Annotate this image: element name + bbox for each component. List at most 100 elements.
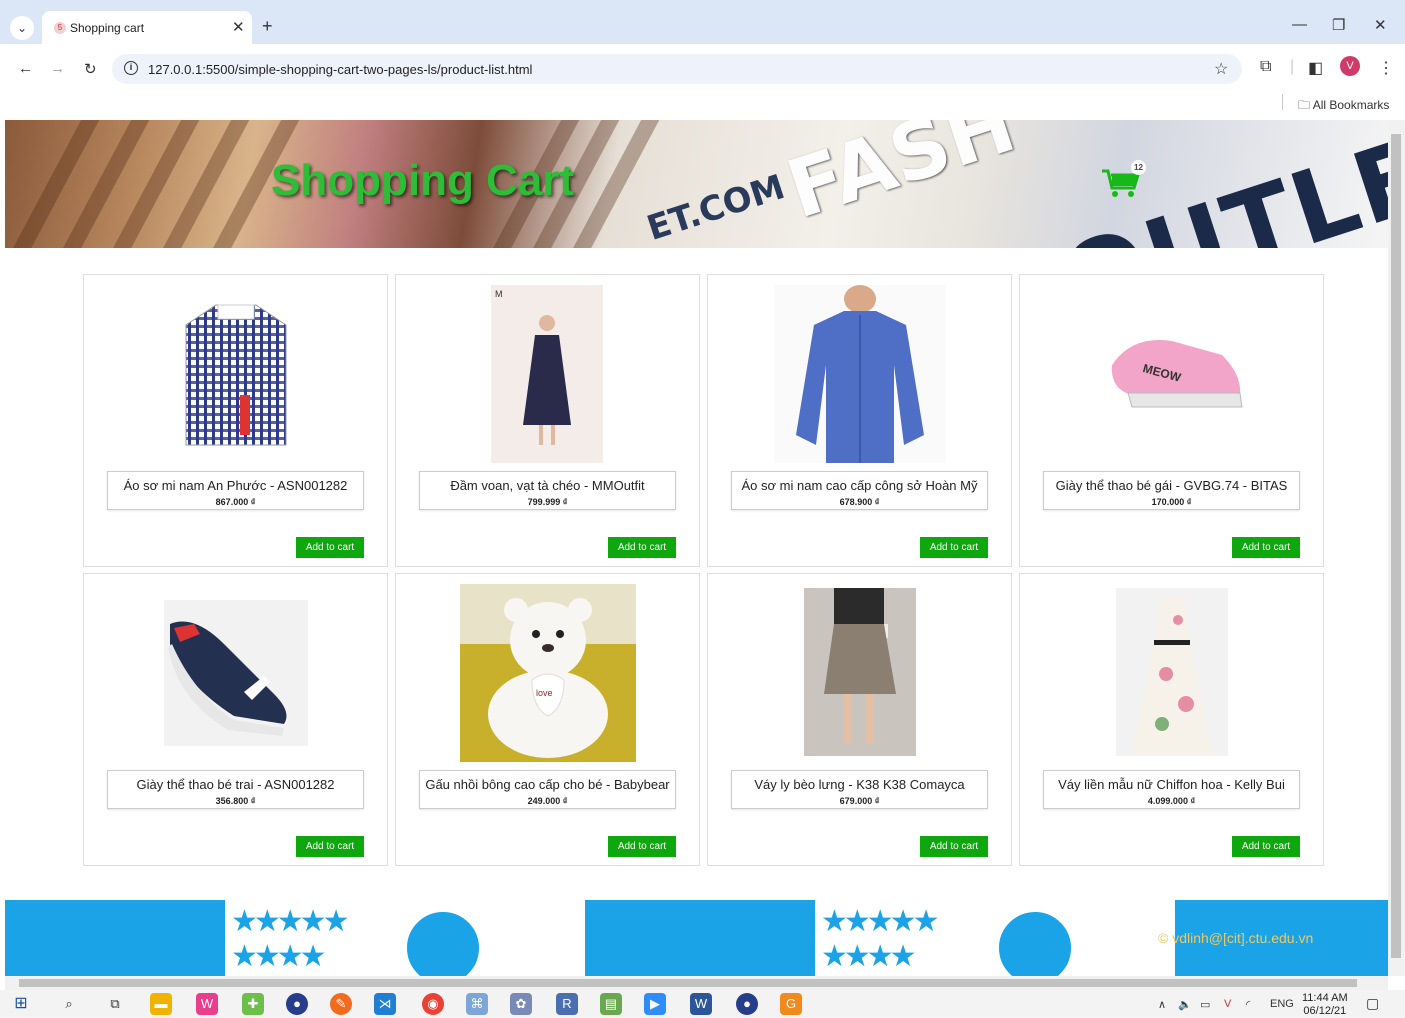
clock[interactable]: 11:44 AM 06/12/21 <box>1302 992 1348 1018</box>
product-price: 4.099.000 ₫ <box>1147 796 1196 806</box>
product-image[interactable]: love <box>459 584 636 762</box>
stars-decoration: ★★★★★ ★★★★ <box>821 905 940 973</box>
extensions-icon[interactable]: ⧉ <box>1260 58 1271 76</box>
footer-copyright: © vdlinh@[cit].ctu.edu.vn <box>1158 930 1314 946</box>
product-price: 867.000 ₫ <box>215 497 256 507</box>
product-image[interactable]: M <box>491 285 603 463</box>
search-icon[interactable]: ⌕ <box>58 993 80 1015</box>
product-card: Váy liền mẫu nữ Chiffon hoa - Kelly Bui … <box>1019 573 1324 866</box>
tab-close-icon[interactable]: ✕ <box>232 18 245 36</box>
browser-tab-bar: ⌄ 5 Shopping cart ✕ + — ❐ ✕ <box>0 0 1405 44</box>
product-info: Giày thể thao bé gái - GVBG.74 - BITAS 1… <box>1043 471 1300 510</box>
product-info: Gấu nhồi bông cao cấp cho bé - Babybear … <box>419 770 676 809</box>
browser-tab[interactable]: 5 Shopping cart ✕ <box>42 11 252 44</box>
profile-avatar[interactable]: V <box>1340 56 1360 76</box>
side-panel-icon[interactable]: ◧ <box>1308 58 1323 78</box>
back-icon[interactable]: ← <box>18 60 33 77</box>
product-price: 678.900 ₫ <box>839 497 880 507</box>
minimize-icon[interactable]: — <box>1292 16 1307 33</box>
product-card: MEOW Giày thể thao bé gái - GVBG.74 - BI… <box>1019 274 1324 567</box>
product-image[interactable] <box>163 584 308 762</box>
vertical-scrollbar[interactable] <box>1388 120 1405 976</box>
horizontal-scrollbar[interactable] <box>5 976 1388 990</box>
product-info: Giày thể thao bé trai - ASN001282 356.80… <box>107 770 364 809</box>
add-to-cart-button[interactable]: Add to cart <box>608 537 676 558</box>
language-indicator[interactable]: ENG <box>1270 998 1294 1010</box>
add-to-cart-button[interactable]: Add to cart <box>1232 537 1300 558</box>
product-image[interactable]: MEOW <box>1092 285 1252 463</box>
app-icon[interactable]: ▤ <box>600 993 622 1015</box>
favicon-icon: 5 <box>54 22 66 34</box>
tab-search-icon[interactable]: ⌄ <box>10 16 34 40</box>
url-input[interactable]: i 127.0.0.1:5500/simple-shopping-cart-tw… <box>112 54 1242 84</box>
all-bookmarks-button[interactable]: 🗀 All Bookmarks <box>1298 96 1389 117</box>
network-icon[interactable]: ▭ <box>1200 998 1210 1011</box>
product-name[interactable]: Đầm voan, vạt tà chéo - MMOutfit <box>420 478 675 493</box>
product-name[interactable]: Váy ly bèo lưng - K38 K38 Comayca <box>732 777 987 792</box>
app-icon[interactable]: W <box>196 993 218 1015</box>
product-image[interactable] <box>803 584 916 762</box>
add-to-cart-button[interactable]: Add to cart <box>608 836 676 857</box>
product-name[interactable]: Áo sơ mi nam cao cấp công sở Hoàn Mỹ <box>732 478 987 493</box>
page-title: Shopping Cart <box>271 156 575 205</box>
zoom-icon[interactable]: ▶ <box>644 993 666 1015</box>
vscode-icon[interactable]: ⋊ <box>374 993 396 1015</box>
add-to-cart-button[interactable]: Add to cart <box>296 537 364 558</box>
product-name[interactable]: Váy liền mẫu nữ Chiffon hoa - Kelly Bui <box>1044 777 1299 792</box>
stars-decoration: ★★★★★ ★★★★ <box>231 905 350 973</box>
product-info: Áo sơ mi nam cao cấp công sở Hoàn Mỹ 678… <box>731 471 988 510</box>
close-window-icon[interactable]: ✕ <box>1374 16 1387 34</box>
app-icon[interactable]: ✿ <box>510 993 532 1015</box>
bookmark-star-icon[interactable]: ☆ <box>1214 59 1228 79</box>
app-icon[interactable]: ✚ <box>242 993 264 1015</box>
banner-bg-text: OUTLET <box>1047 120 1388 248</box>
app-tray-icon[interactable]: V <box>1224 998 1231 1010</box>
wifi-icon[interactable]: ◜ <box>1246 998 1250 1011</box>
product-name[interactable]: Áo sơ mi nam An Phước - ASN001282 <box>108 478 363 493</box>
product-card: Áo sơ mi nam An Phước - ASN001282 867.00… <box>83 274 388 567</box>
menu-kebab-icon[interactable]: ⋮ <box>1378 58 1394 78</box>
cart-count-badge: 12 <box>1131 160 1146 175</box>
product-image[interactable] <box>156 285 316 463</box>
app-icon[interactable]: ● <box>736 993 758 1015</box>
product-card: M Đầm voan, vạt tà chéo - MMOutfit 799.9… <box>395 274 700 567</box>
task-view-icon[interactable]: ⧉ <box>104 993 126 1015</box>
toolbar-divider: | <box>1290 58 1295 75</box>
product-info: Váy ly bèo lưng - K38 K38 Comayca 679.00… <box>731 770 988 809</box>
product-name[interactable]: Gấu nhồi bông cao cấp cho bé - Babybear <box>420 777 675 792</box>
product-name[interactable]: Giày thể thao bé gái - GVBG.74 - BITAS <box>1044 478 1299 493</box>
product-image[interactable] <box>773 285 946 463</box>
reload-icon[interactable]: ↻ <box>84 60 97 78</box>
site-info-icon[interactable]: i <box>124 61 138 75</box>
banner-bg-text: FASH <box>776 120 1026 237</box>
clock-time: 11:44 AM <box>1302 992 1348 1004</box>
file-explorer-icon[interactable]: ▬ <box>150 993 172 1015</box>
restore-icon[interactable]: ❐ <box>1332 16 1345 34</box>
add-to-cart-button[interactable]: Add to cart <box>920 836 988 857</box>
app-icon[interactable]: ⌘ <box>466 993 488 1015</box>
forward-icon[interactable]: → <box>50 60 65 77</box>
app-icon[interactable]: G <box>780 993 802 1015</box>
product-info: Áo sơ mi nam An Phước - ASN001282 867.00… <box>107 471 364 510</box>
add-to-cart-button[interactable]: Add to cart <box>1232 836 1300 857</box>
app-icon[interactable]: ✎ <box>330 993 352 1015</box>
product-card: love Gấu nhồi bông cao cấp cho bé - Baby… <box>395 573 700 866</box>
chrome-icon[interactable]: ◉ <box>422 993 444 1015</box>
svg-text:M: M <box>495 289 503 299</box>
notifications-icon[interactable]: ▢ <box>1366 995 1379 1012</box>
add-to-cart-button[interactable]: Add to cart <box>296 836 364 857</box>
product-image[interactable] <box>1115 584 1228 762</box>
start-icon[interactable]: ⊞ <box>10 993 32 1015</box>
bookmarks-bar: 🗀 All Bookmarks <box>0 92 1405 120</box>
app-icon[interactable]: ● <box>286 993 308 1015</box>
volume-icon[interactable]: 🔈 <box>1178 998 1192 1011</box>
all-bookmarks-label: All Bookmarks <box>1312 98 1390 112</box>
clock-date: 06/12/21 <box>1303 1005 1347 1017</box>
r-icon[interactable]: R <box>556 993 578 1015</box>
add-to-cart-button[interactable]: Add to cart <box>920 537 988 558</box>
word-icon[interactable]: W <box>690 993 712 1015</box>
product-name[interactable]: Giày thể thao bé trai - ASN001282 <box>108 777 363 792</box>
address-bar-row: ← → ↻ i 127.0.0.1:5500/simple-shopping-c… <box>0 44 1405 92</box>
new-tab-icon[interactable]: + <box>262 16 273 37</box>
tray-chevron-icon[interactable]: ∧ <box>1158 998 1166 1011</box>
